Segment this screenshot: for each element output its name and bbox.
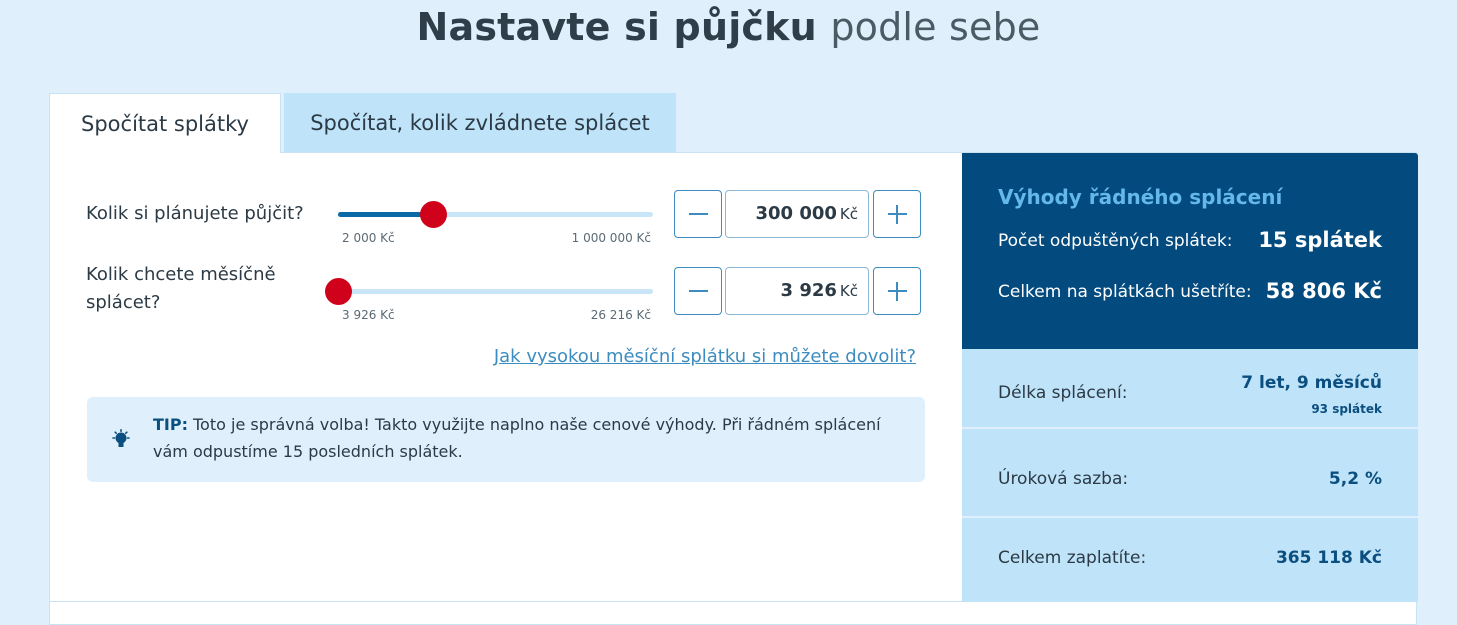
page-title-light: podle sebe <box>830 5 1041 49</box>
saved-value: 58 806 Kč <box>1265 279 1382 303</box>
loan-amount-unit: Kč <box>839 205 858 223</box>
loan-amount-value: 300 000 <box>755 203 837 224</box>
monthly-payment-value: 3 926 <box>780 280 837 301</box>
loan-amount-slider[interactable]: 2 000 Kč 1 000 000 Kč <box>338 201 653 245</box>
monthly-payment-unit: Kč <box>839 282 858 300</box>
monthly-slider-max: 26 216 Kč <box>590 308 651 322</box>
duration-label: Délka splácení: <box>998 383 1128 403</box>
total-value: 365 118 Kč <box>1275 548 1382 568</box>
summary-panel: Délka splácení: 7 let, 9 měsíců 93 splát… <box>962 349 1418 602</box>
tip-text: TIP: Toto je správná volba! Takto využijt… <box>153 411 883 465</box>
loan-decrease-button[interactable] <box>674 190 722 238</box>
saved-label: Celkem na splátkách ušetříte: <box>998 282 1252 302</box>
benefits-title: Výhody řádného splácení <box>998 185 1283 209</box>
card-divider <box>50 601 962 602</box>
loan-amount-label: Kolik si plánujete půjčit? <box>86 203 304 224</box>
plus-icon-vertical <box>896 282 898 301</box>
monthly-payment-input[interactable]: 3 926 Kč <box>725 267 869 315</box>
loan-slider-fill <box>338 212 433 217</box>
forgiven-label: Počet odpuštěných splátek: <box>998 231 1233 251</box>
benefits-panel: Výhody řádného splácení Počet odpuštěnýc… <box>962 153 1418 349</box>
minus-icon <box>689 213 708 215</box>
duration-value: 7 let, 9 měsíců <box>1241 373 1382 393</box>
tab-calculate-installments[interactable]: Spočítat splátky <box>49 93 281 153</box>
minus-icon <box>689 290 708 292</box>
tab-calculate-affordability[interactable]: Spočítat, kolik zvládnete splácet <box>284 93 676 153</box>
page-title-bold: Nastavte si půjčku <box>416 5 817 49</box>
plus-icon-vertical <box>896 205 898 224</box>
tip-body: Toto je správná volba! Takto využijte na… <box>153 415 881 461</box>
monthly-slider-min: 3 926 Kč <box>342 308 395 322</box>
calculator-card: Kolik si plánujete půjčit? 2 000 Kč 1 00… <box>49 152 1418 625</box>
page-title: Nastavte si půjčku podle sebe <box>0 4 1457 50</box>
loan-slider-min: 2 000 Kč <box>342 231 395 245</box>
forgiven-value: 15 splátek <box>1258 228 1382 252</box>
interest-value: 5,2 % <box>1328 469 1382 489</box>
tip-label: TIP: <box>153 415 188 434</box>
total-label: Celkem zaplatíte: <box>998 548 1147 568</box>
lightbulb-icon <box>112 429 130 447</box>
monthly-label-line2: splácet? <box>86 292 161 313</box>
loan-amount-input[interactable]: 300 000 Kč <box>725 190 869 238</box>
loan-slider-thumb[interactable] <box>420 201 447 228</box>
duration-installments: 93 splátek <box>1311 402 1382 416</box>
tip-box: TIP: Toto je správná volba! Takto využijt… <box>87 397 925 482</box>
monthly-payment-label: Kolik chcete měsíčně splácet? <box>86 261 276 317</box>
summary-row-total: Celkem zaplatíte: 365 118 Kč <box>962 520 1418 600</box>
interest-label: Úroková sazba: <box>998 469 1129 489</box>
monthly-payment-slider[interactable]: 3 926 Kč 26 216 Kč <box>325 278 653 322</box>
monthly-increase-button[interactable] <box>873 267 921 315</box>
loan-increase-button[interactable] <box>873 190 921 238</box>
summary-row-interest: Úroková sazba: 5,2 % <box>962 438 1418 518</box>
monthly-decrease-button[interactable] <box>674 267 722 315</box>
affordability-link[interactable]: Jak vysokou měsíční splátku si můžete do… <box>494 346 916 367</box>
summary-row-duration: Délka splácení: 7 let, 9 měsíců 93 splát… <box>962 349 1418 429</box>
monthly-slider-thumb[interactable] <box>325 278 352 305</box>
loan-slider-max: 1 000 000 Kč <box>571 231 651 245</box>
monthly-label-line1: Kolik chcete měsíčně <box>86 264 276 285</box>
